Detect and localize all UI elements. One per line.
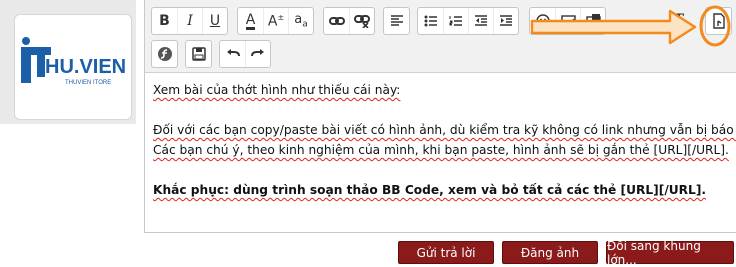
image-icon	[560, 15, 576, 27]
undo-button[interactable]	[220, 41, 245, 67]
upload-image-button[interactable]: Đăng ảnh	[502, 241, 598, 264]
insert-group	[529, 7, 606, 35]
unlink-icon	[354, 15, 370, 28]
content-line: Khắc phục: dùng trình soạn thảo BB Code,…	[153, 180, 733, 200]
redo-button[interactable]	[245, 41, 270, 67]
font-size-icon: A±	[267, 12, 285, 30]
indent-button[interactable]	[493, 8, 518, 34]
flash-button[interactable]	[152, 41, 177, 67]
numbered-list-icon	[449, 16, 462, 26]
font-group: A A± aa	[237, 7, 314, 35]
align-left-icon	[390, 15, 403, 26]
content-text: Khắc phục: dùng trình soạn thảo BB Code,…	[153, 183, 707, 197]
italic-button[interactable]: I	[177, 8, 202, 34]
italic-icon: I	[187, 13, 193, 29]
outdent-button[interactable]	[468, 8, 493, 34]
flash-icon	[157, 47, 172, 61]
link-group	[323, 7, 375, 35]
content-text: Đối với các bạn copy/paste bài viết có h…	[153, 123, 736, 137]
indent-icon	[500, 15, 512, 26]
editor-toolbar: B I U A A± aa Tx	[145, 0, 736, 73]
font-family-button[interactable]: aa	[288, 8, 313, 34]
font-color-button[interactable]: A	[238, 8, 263, 34]
content-text: Xem bài của thớt hình như thiếu cái này:	[153, 83, 401, 97]
content-text: Các bạn chú ý, theo kinh nghiệm của mình…	[153, 143, 729, 157]
rich-text-editor: B I U A A± aa Tx Xem bài của thớt hình n…	[144, 0, 736, 233]
content-line: Các bạn chú ý, theo kinh nghiệm của mình…	[153, 140, 733, 160]
save-draft-button[interactable]	[186, 41, 211, 67]
editor-content[interactable]: Xem bài của thớt hình như thiếu cái này:…	[153, 80, 736, 200]
bbcode-group	[705, 7, 732, 35]
smilie-button[interactable]	[530, 8, 555, 34]
reply-button[interactable]: Gửi trả lời	[398, 241, 494, 264]
avatar[interactable]: HU.VIEN THUVIEN ITORE	[14, 14, 132, 120]
redo-icon	[251, 49, 264, 57]
remove-format-button[interactable]: Tx	[668, 8, 693, 34]
bold-button[interactable]: B	[152, 8, 177, 34]
clean-group: Tx	[667, 7, 694, 35]
outdent-icon	[475, 15, 487, 26]
content-line: Xem bài của thớt hình như thiếu cái này:	[153, 80, 733, 100]
unlink-button[interactable]	[349, 8, 374, 34]
link-button[interactable]	[324, 8, 349, 34]
link-icon	[328, 17, 345, 25]
font-family-icon: aa	[294, 12, 308, 30]
bold-icon: B	[159, 13, 170, 29]
underline-icon: U	[209, 13, 221, 29]
flash-group	[151, 40, 178, 68]
align-group	[383, 7, 410, 35]
avatar-panel: HU.VIEN THUVIEN ITORE	[0, 0, 136, 124]
font-color-icon: A	[245, 11, 256, 30]
align-button[interactable]	[384, 8, 409, 34]
bulleted-list-button[interactable]	[418, 8, 443, 34]
history-group	[219, 40, 271, 68]
svg-text:THUVIEN ITORE: THUVIEN ITORE	[65, 80, 111, 86]
content-line: Đối với các bạn copy/paste bài viết có h…	[153, 120, 736, 140]
draft-group	[185, 40, 212, 68]
svg-text:HU.VIEN: HU.VIEN	[45, 56, 126, 78]
font-size-button[interactable]: A±	[263, 8, 288, 34]
media-button[interactable]	[580, 8, 605, 34]
numbered-list-button[interactable]	[443, 8, 468, 34]
thuvien-logo: HU.VIEN THUVIEN ITORE	[21, 37, 126, 86]
list-group	[417, 7, 519, 35]
bbcode-toggle-icon	[712, 13, 725, 29]
undo-icon	[226, 49, 240, 57]
bullet-list-icon	[424, 15, 437, 27]
remove-format-icon: Tx	[672, 12, 689, 30]
format-group: B I U	[151, 7, 228, 35]
underline-button[interactable]: U	[202, 8, 227, 34]
toggle-bbcode-button[interactable]	[706, 8, 731, 34]
media-icon	[585, 14, 601, 28]
smile-icon	[535, 14, 550, 28]
image-button[interactable]	[555, 8, 580, 34]
switch-editor-button[interactable]: Đổi sang khung lớn...	[606, 239, 734, 267]
floppy-icon	[191, 47, 206, 61]
